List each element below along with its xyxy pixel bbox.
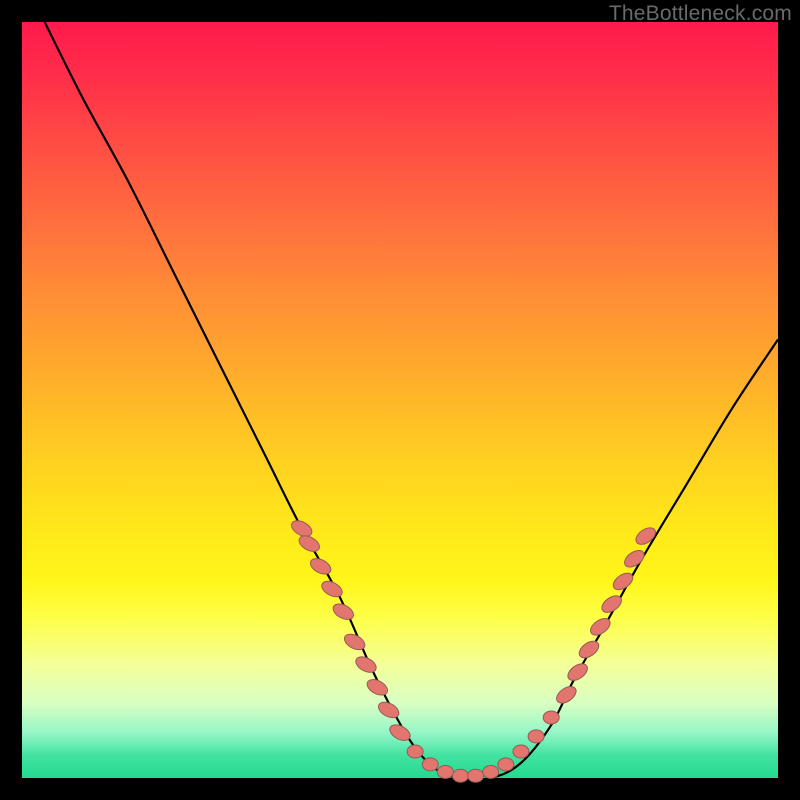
bead [576, 638, 601, 661]
bead [543, 711, 559, 724]
bead [483, 765, 499, 778]
bead [407, 745, 423, 758]
bead [622, 547, 647, 570]
bead [554, 683, 579, 706]
chart-frame: TheBottleneck.com [0, 0, 800, 800]
plot-area [22, 22, 778, 778]
bead [610, 570, 635, 593]
watermark-text: TheBottleneck.com [609, 2, 792, 26]
bead [308, 555, 334, 577]
bead [452, 769, 468, 782]
bead [437, 765, 453, 778]
bead [513, 745, 529, 758]
bead [422, 758, 438, 771]
bottleneck-curve-svg [22, 22, 778, 778]
bead [633, 524, 658, 547]
bead [498, 758, 514, 771]
bead [528, 730, 544, 743]
curve-beads [289, 518, 658, 783]
bead [468, 769, 484, 782]
bead [565, 661, 590, 684]
bottleneck-curve [45, 22, 778, 780]
